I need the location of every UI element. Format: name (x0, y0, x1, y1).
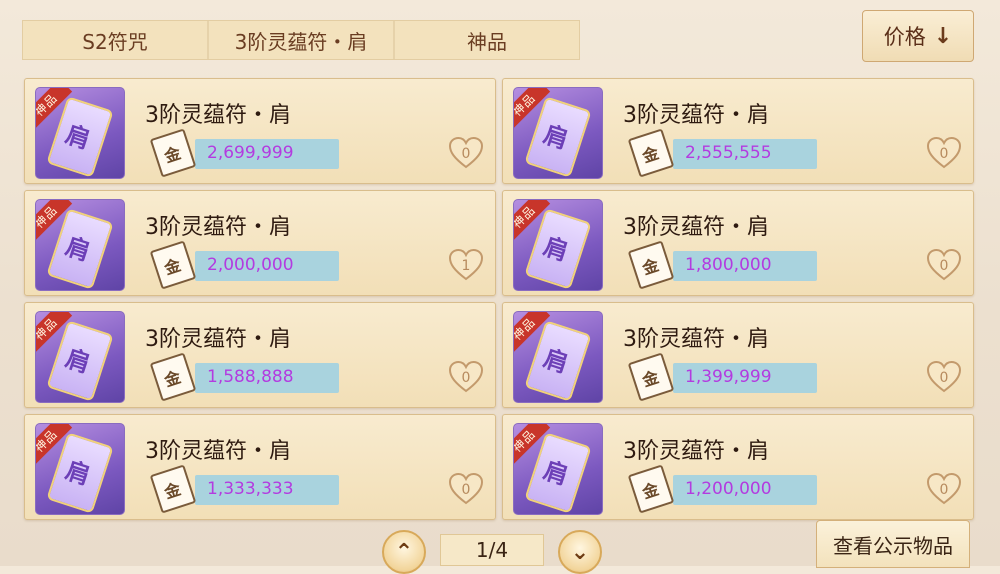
listing-card[interactable]: 神品 3阶灵蕴符・肩 1,588,888 0 (24, 302, 496, 408)
favorite-button[interactable]: 0 (924, 133, 964, 173)
talisman-scroll-icon (524, 208, 592, 290)
item-price: 1,588,888 (207, 367, 294, 387)
currency-icon (627, 240, 675, 290)
item-name: 3阶灵蕴符・肩 (145, 327, 291, 352)
favorite-count: 0 (939, 146, 949, 162)
favorite-count: 0 (939, 370, 949, 386)
item-price: 2,699,999 (207, 143, 294, 163)
favorite-button[interactable]: 0 (446, 357, 486, 397)
favorite-button[interactable]: 0 (924, 357, 964, 397)
item-thumbnail: 神品 (35, 199, 125, 291)
favorite-button[interactable]: 0 (924, 245, 964, 285)
filter-tab-item[interactable]: 3阶灵蕴符・肩 (209, 21, 395, 59)
price-bar: 1,800,000 (673, 251, 817, 281)
favorite-button[interactable]: 0 (446, 469, 486, 509)
item-price: 2,555,555 (685, 143, 772, 163)
favorite-count: 0 (939, 258, 949, 274)
chevron-up-icon: ⌃ (394, 539, 414, 565)
filter-tab-grade[interactable]: 神品 (395, 21, 579, 59)
item-thumbnail: 神品 (513, 311, 603, 403)
item-name: 3阶灵蕴符・肩 (623, 215, 769, 240)
talisman-scroll-icon (46, 208, 114, 290)
listing-card[interactable]: 神品 3阶灵蕴符・肩 2,000,000 1 (24, 190, 496, 296)
favorite-count: 0 (461, 482, 471, 498)
item-price: 1,333,333 (207, 479, 294, 499)
item-name: 3阶灵蕴符・肩 (145, 103, 291, 128)
page-indicator: 1/4 (440, 534, 544, 566)
price-bar: 1,200,000 (673, 475, 817, 505)
filter-tabs: S2符咒 3阶灵蕴符・肩 神品 (22, 20, 580, 60)
item-name: 3阶灵蕴符・肩 (623, 439, 769, 464)
talisman-scroll-icon (524, 320, 592, 402)
listing-card[interactable]: 神品 3阶灵蕴符・肩 2,699,999 0 (24, 78, 496, 184)
item-name: 3阶灵蕴符・肩 (623, 327, 769, 352)
item-price: 2,000,000 (207, 255, 294, 275)
listing-grid: 神品 3阶灵蕴符・肩 2,699,999 0 神品 3阶灵蕴符・肩 2,555,… (24, 78, 974, 520)
item-thumbnail: 神品 (35, 423, 125, 515)
favorite-count: 0 (939, 482, 949, 498)
item-price: 1,399,999 (685, 367, 772, 387)
currency-icon (627, 464, 675, 514)
favorite-button[interactable]: 0 (924, 469, 964, 509)
listing-card[interactable]: 神品 3阶灵蕴符・肩 1,333,333 0 (24, 414, 496, 520)
filter-tab-category[interactable]: S2符咒 (23, 21, 209, 59)
price-bar: 2,555,555 (673, 139, 817, 169)
talisman-scroll-icon (46, 96, 114, 178)
item-name: 3阶灵蕴符・肩 (623, 103, 769, 128)
item-thumbnail: 神品 (35, 87, 125, 179)
price-bar: 1,333,333 (195, 475, 339, 505)
sort-by-price-button[interactable]: 价格 ↓ (862, 10, 974, 62)
item-thumbnail: 神品 (513, 87, 603, 179)
pagination: ⌃ 1/4 ⌄ (382, 530, 602, 574)
price-bar: 2,699,999 (195, 139, 339, 169)
listing-card[interactable]: 神品 3阶灵蕴符・肩 1,800,000 0 (502, 190, 974, 296)
listing-card[interactable]: 神品 3阶灵蕴符・肩 2,555,555 0 (502, 78, 974, 184)
currency-icon (149, 464, 197, 514)
item-price: 1,200,000 (685, 479, 772, 499)
arrow-down-icon: ↓ (933, 23, 953, 49)
item-thumbnail: 神品 (513, 423, 603, 515)
item-thumbnail: 神品 (513, 199, 603, 291)
talisman-scroll-icon (46, 320, 114, 402)
favorite-count: 0 (461, 146, 471, 162)
favorite-count: 1 (461, 258, 471, 274)
talisman-scroll-icon (524, 96, 592, 178)
sort-label: 价格 (883, 25, 926, 49)
chevron-down-icon: ⌄ (570, 539, 590, 565)
favorite-button[interactable]: 1 (446, 245, 486, 285)
favorite-button[interactable]: 0 (446, 133, 486, 173)
next-page-button[interactable]: ⌄ (558, 530, 602, 574)
view-public-items-button[interactable]: 查看公示物品 (816, 520, 970, 568)
item-price: 1,800,000 (685, 255, 772, 275)
item-name: 3阶灵蕴符・肩 (145, 215, 291, 240)
listing-card[interactable]: 神品 3阶灵蕴符・肩 1,200,000 0 (502, 414, 974, 520)
currency-icon (627, 352, 675, 402)
currency-icon (149, 240, 197, 290)
price-bar: 1,588,888 (195, 363, 339, 393)
currency-icon (627, 128, 675, 178)
favorite-count: 0 (461, 370, 471, 386)
talisman-scroll-icon (46, 432, 114, 514)
item-thumbnail: 神品 (35, 311, 125, 403)
currency-icon (149, 128, 197, 178)
price-bar: 2,000,000 (195, 251, 339, 281)
price-bar: 1,399,999 (673, 363, 817, 393)
currency-icon (149, 352, 197, 402)
listing-card[interactable]: 神品 3阶灵蕴符・肩 1,399,999 0 (502, 302, 974, 408)
previous-page-button[interactable]: ⌃ (382, 530, 426, 574)
talisman-scroll-icon (524, 432, 592, 514)
item-name: 3阶灵蕴符・肩 (145, 439, 291, 464)
